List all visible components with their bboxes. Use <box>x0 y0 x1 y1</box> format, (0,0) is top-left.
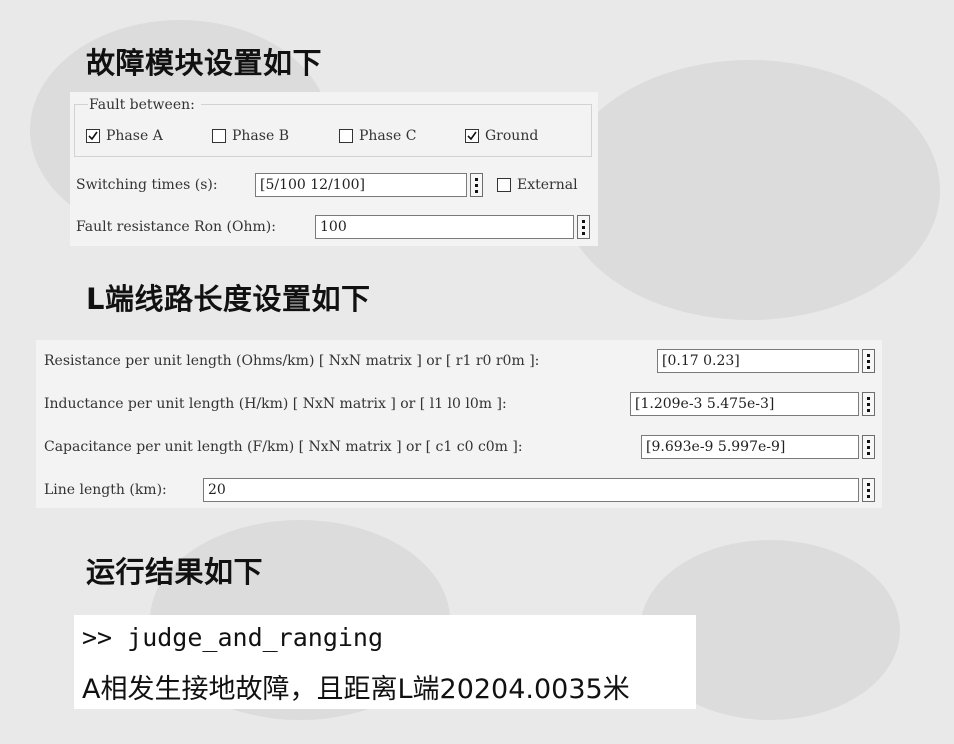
capacitance-menu-button[interactable] <box>862 435 875 459</box>
console-command: >> judge_and_ranging <box>82 623 384 652</box>
fault-resistance-menu-button[interactable] <box>577 215 590 239</box>
line-length-label: Line length (km): <box>44 482 167 498</box>
checkbox-phase-c[interactable]: Phase C <box>339 128 416 144</box>
background-map <box>560 60 940 320</box>
checkbox-label: Phase B <box>232 128 289 144</box>
capacitance-input[interactable]: [9.693e-9 5.997e-9] <box>641 435 859 459</box>
console-output: A相发生接地故障，且距离L端20204.0035米 <box>82 674 630 705</box>
resistance-menu-button[interactable] <box>862 349 875 373</box>
heading-fault-module: 故障模块设置如下 <box>86 46 323 80</box>
fault-between-legend: Fault between: <box>88 97 201 113</box>
checkbox-external[interactable]: External <box>497 177 578 193</box>
inductance-menu-button[interactable] <box>862 392 875 416</box>
resistance-label: Resistance per unit length (Ohms/km) [ N… <box>44 353 540 369</box>
resistance-input[interactable]: [0.17 0.23] <box>657 349 859 373</box>
switching-times-label: Switching times (s): <box>76 177 218 193</box>
checkbox-checked-icon <box>465 129 479 143</box>
checkbox-unchecked-icon <box>212 129 226 143</box>
line-length-menu-button[interactable] <box>862 478 875 502</box>
switching-times-menu-button[interactable] <box>470 173 483 197</box>
checkbox-phase-b[interactable]: Phase B <box>212 128 289 144</box>
checkbox-checked-icon <box>86 129 100 143</box>
checkbox-label: Ground <box>485 128 539 144</box>
capacitance-label: Capacitance per unit length (F/km) [ NxN… <box>44 439 523 455</box>
command-window[interactable]: >> judge_and_ranging A相发生接地故障，且距离L端20204… <box>74 615 696 709</box>
checkbox-label: External <box>517 177 578 193</box>
fault-resistance-input[interactable]: 100 <box>315 215 574 239</box>
heading-results: 运行结果如下 <box>86 555 264 589</box>
fault-resistance-label: Fault resistance Ron (Ohm): <box>76 219 276 235</box>
checkbox-unchecked-icon <box>497 178 511 192</box>
line-length-input[interactable]: 20 <box>203 478 859 502</box>
checkbox-unchecked-icon <box>339 129 353 143</box>
heading-line-length: L端线路长度设置如下 <box>86 282 371 316</box>
inductance-label: Inductance per unit length (H/km) [ NxN … <box>44 396 507 412</box>
checkbox-label: Phase C <box>359 128 417 144</box>
switching-times-input[interactable]: [5/100 12/100] <box>255 173 467 197</box>
inductance-input[interactable]: [1.209e-3 5.475e-3] <box>630 392 859 416</box>
checkbox-ground[interactable]: Ground <box>465 128 538 144</box>
checkbox-phase-a[interactable]: Phase A <box>86 128 163 144</box>
checkbox-label: Phase A <box>106 128 163 144</box>
